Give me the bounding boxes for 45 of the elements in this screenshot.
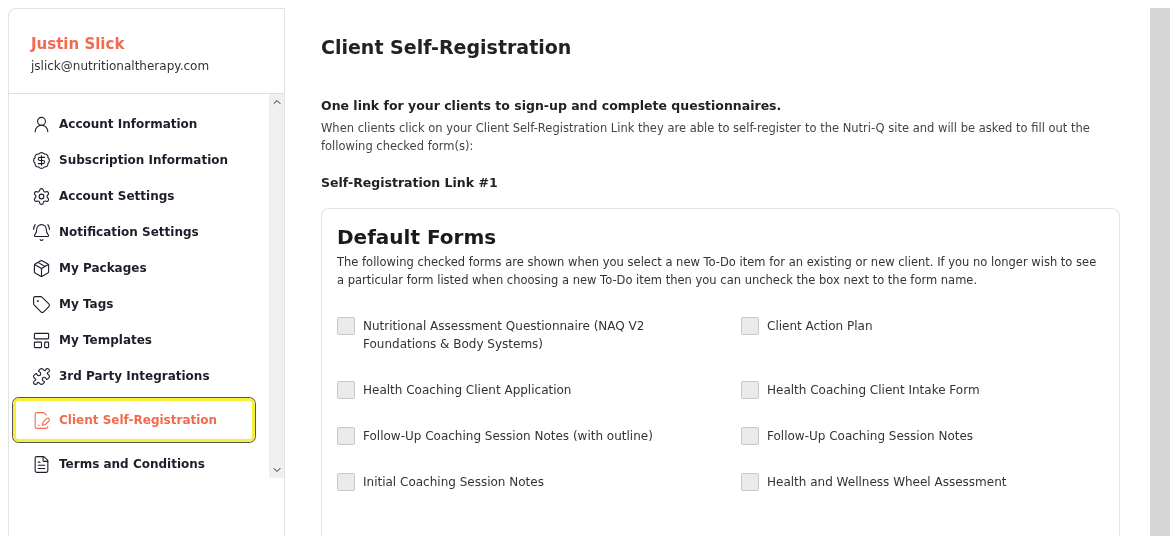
sidebar-item[interactable]: Account Settings: [13, 182, 269, 210]
checkbox[interactable]: [741, 427, 759, 445]
sidebar-item[interactable]: My Tags: [13, 290, 269, 318]
form-label: Follow-Up Coaching Session Notes (with outline): [363, 428, 653, 445]
sidebar-item[interactable]: My Templates: [13, 326, 269, 354]
package-icon: [32, 258, 51, 278]
page-title: Client Self-Registration: [321, 36, 573, 58]
scrollbar[interactable]: [269, 94, 284, 478]
user-name: Justin Slick: [31, 35, 126, 53]
tag-icon: [32, 294, 51, 314]
card-title: Default Forms: [337, 225, 498, 249]
sidebar-item[interactable]: Account Information: [13, 110, 269, 138]
card-description: The following checked forms are shown when you select a new To-Do item for an existing or new client. If you no longer wish to see a particular form listed when choosing a new To-Do item then you can uncheck the box next to the form name.: [337, 254, 1098, 289]
sidebar-item[interactable]: Terms and Conditions: [13, 450, 269, 478]
checkbox[interactable]: [337, 427, 355, 445]
sidebar-item[interactable]: Subscription Information: [13, 146, 269, 174]
form-label: Follow-Up Coaching Session Notes: [767, 428, 974, 445]
sidebar-item[interactable]: 3rd Party Integrations: [13, 362, 269, 390]
form-label: Nutritional Assessment Questionnaire (NAQ V2 Foundations & Body Systems): [363, 318, 646, 353]
form-label: Health and Wellness Wheel Assessment: [767, 474, 1007, 491]
sidebar-item[interactable]: Notification Settings: [13, 218, 269, 246]
intro-heading: One link for your clients to sign-up and complete questionnaires.: [321, 98, 783, 113]
checkbox[interactable]: [741, 317, 759, 335]
puzzle-icon: [32, 366, 51, 386]
sidebar-item[interactable]: My Packages: [13, 254, 269, 282]
link-heading: Self-Registration Link #1: [321, 175, 499, 190]
intro-text: When clients click on your Client Self-Registration Link they are able to self-register to the Nutri-Q site and will be asked to fill out the following checked form(s):: [321, 120, 1091, 155]
form-pen-icon: [32, 410, 51, 430]
document-icon: [32, 454, 51, 474]
settings-icon: [32, 186, 51, 206]
form-label: Client Action Plan: [767, 318, 873, 335]
dollar-badge-icon: [32, 150, 51, 170]
user-icon: [32, 114, 51, 134]
form-label: Initial Coaching Session Notes: [363, 474, 544, 491]
form-label: Health Coaching Client Application: [363, 382, 572, 399]
template-icon: [32, 330, 51, 350]
page-scrollbar[interactable]: [1150, 8, 1170, 536]
checkbox[interactable]: [337, 473, 355, 491]
bell-icon: [32, 222, 51, 242]
user-email: jslick@nutritionaltherapy.com: [31, 59, 211, 73]
checkbox[interactable]: [337, 381, 355, 399]
form-label: Health Coaching Client Intake Form: [767, 382, 980, 399]
checkbox[interactable]: [741, 473, 759, 491]
checkbox[interactable]: [741, 381, 759, 399]
checkbox[interactable]: [337, 317, 355, 335]
